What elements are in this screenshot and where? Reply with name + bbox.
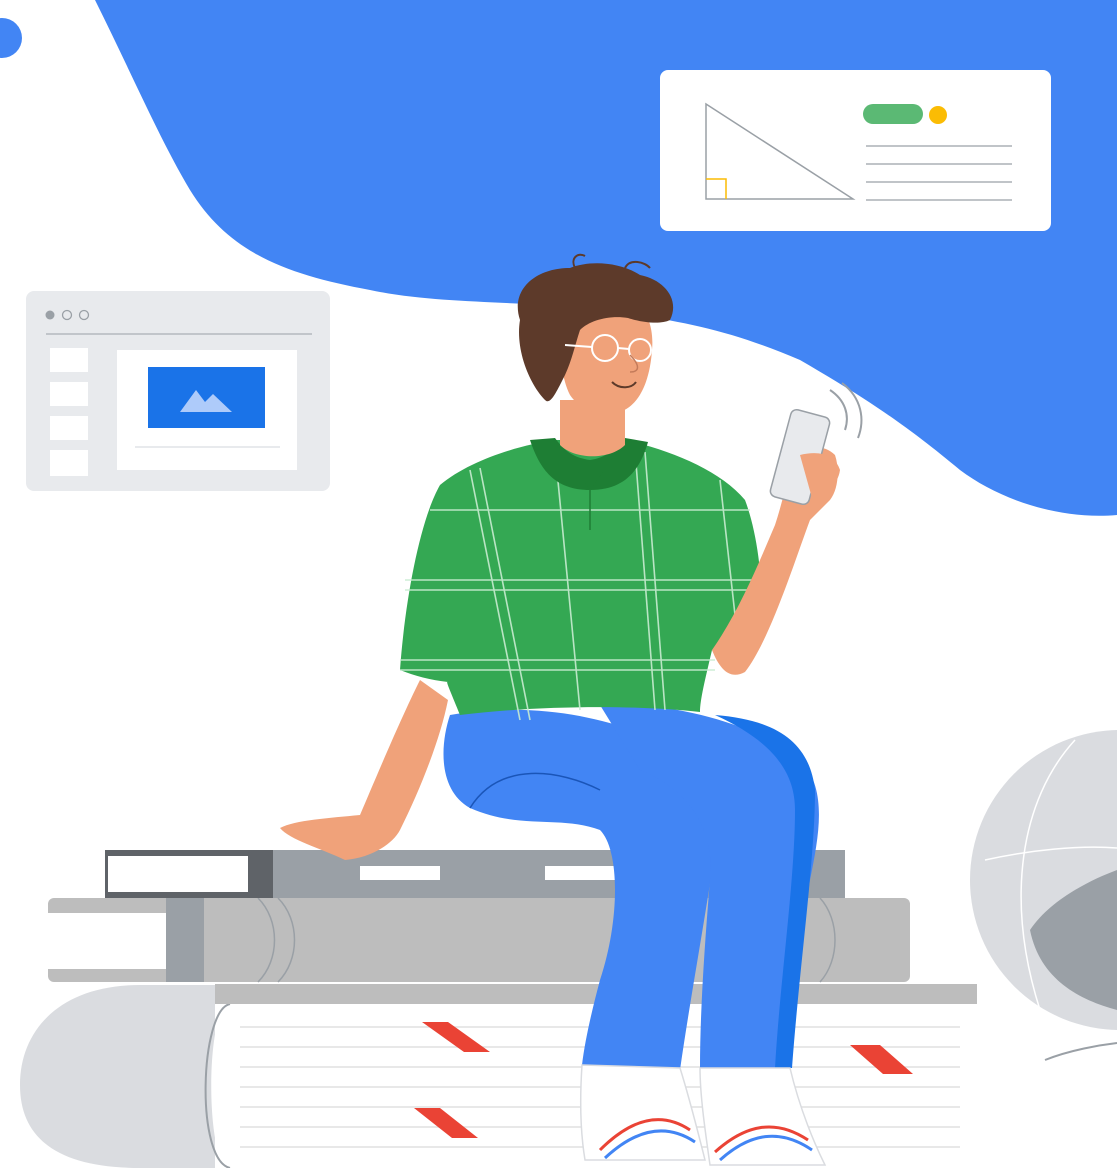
- green-pill: [863, 104, 923, 124]
- top-book-title-strip: [360, 866, 440, 880]
- left-arm: [280, 680, 448, 860]
- globe-stand: [1044, 1042, 1117, 1061]
- window-sidebar-block: [50, 416, 88, 440]
- window-sidebar-block: [50, 382, 88, 406]
- window-sidebar-block: [50, 348, 88, 372]
- top-book-title-strip: [545, 866, 615, 880]
- browser-window: [26, 291, 330, 491]
- book-stack: [20, 850, 977, 1168]
- geometry-card-bg: [660, 70, 1051, 231]
- top-book-label: [108, 856, 248, 892]
- yellow-dot: [929, 106, 947, 124]
- globe: [970, 730, 1117, 1061]
- blue-dot-decoration: [0, 18, 22, 58]
- window-dot-filled-icon: [45, 310, 55, 320]
- geometry-card: [660, 70, 1051, 231]
- middle-book-label: [48, 913, 166, 969]
- mountain-image-icon: [148, 367, 265, 428]
- window-sidebar-block: [50, 450, 88, 476]
- illustration-scene: [0, 0, 1117, 1168]
- middle-book-band: [166, 898, 204, 982]
